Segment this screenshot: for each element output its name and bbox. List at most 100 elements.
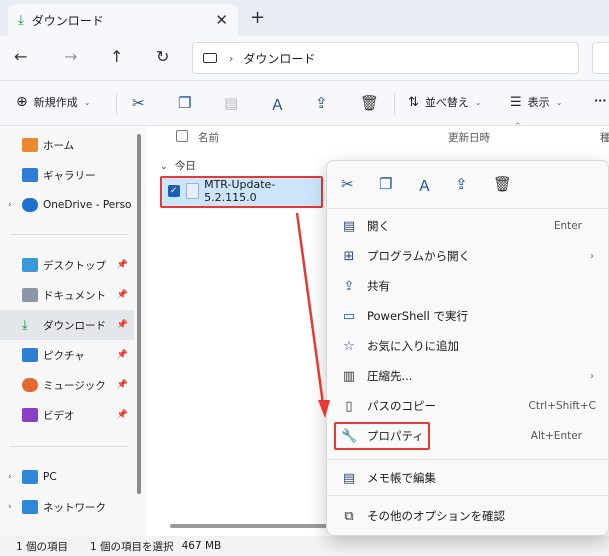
share-icon[interactable]: ⇪ — [455, 175, 468, 193]
menu-item-run-powershell[interactable]: ▭ PowerShell で実行 — [327, 301, 609, 331]
network-icon — [22, 500, 38, 514]
sidebar-item-pictures[interactable]: ピクチャ 📌 — [0, 340, 134, 370]
gallery-icon — [22, 168, 38, 182]
sidebar-item-label: ダウンロード — [43, 319, 106, 332]
menu-item-open-with[interactable]: ⊞ プログラムから開く › — [327, 241, 609, 271]
menu-item-shortcut: Ctrl+Shift+C — [528, 400, 596, 412]
column-date[interactable]: 更新日時 — [448, 130, 490, 145]
sidebar-item-network[interactable]: › ネットワーク — [0, 492, 134, 522]
cut-icon[interactable]: ✂ — [341, 175, 354, 193]
chevron-right-icon[interactable]: › — [8, 472, 22, 482]
status-item-count: 1 個の項目 — [16, 540, 69, 553]
delete-icon[interactable]: 🗑 — [360, 94, 379, 112]
open-icon: ▤ — [342, 218, 356, 234]
menu-item-open[interactable]: ▤ 開く Enter — [327, 211, 609, 241]
sidebar-item-gallery[interactable]: ギャラリー — [0, 160, 134, 190]
view-button[interactable]: ☰ 表示 ⌄ — [510, 94, 562, 110]
share-icon[interactable]: ⇪ — [315, 94, 328, 112]
sidebar-item-label: ピクチャ — [43, 349, 85, 362]
select-all-checkbox[interactable] — [176, 130, 188, 142]
menu-item-label: 共有 — [367, 279, 390, 293]
paste-icon[interactable]: ▤ — [224, 94, 238, 112]
menu-item-label: お気に入りに追加 — [367, 339, 459, 353]
apps-icon: ⊞ — [343, 248, 355, 264]
pin-icon[interactable]: 📌 — [117, 260, 128, 270]
sort-caret-icon: ⌃ — [514, 122, 522, 132]
forward-icon[interactable]: → — [64, 47, 77, 66]
menu-item-add-favorite[interactable]: ☆ お気に入りに追加 — [327, 331, 609, 361]
sidebar-item-label: ネットワーク — [43, 501, 106, 514]
download-arrow-icon: ⤓ — [18, 12, 24, 28]
pin-icon[interactable]: 📌 — [117, 320, 128, 330]
menu-item-shortcut: Enter — [553, 220, 582, 232]
search-box[interactable] — [592, 42, 609, 74]
pin-icon[interactable]: 📌 — [117, 380, 128, 390]
music-icon — [22, 378, 38, 392]
video-icon — [22, 408, 38, 422]
menu-item-share[interactable]: ⇪ 共有 — [327, 271, 609, 301]
group-header[interactable]: ⌄ 今日 — [160, 158, 196, 173]
pin-icon[interactable]: 📌 — [117, 350, 128, 360]
rename-icon[interactable]: Ａ — [270, 94, 285, 115]
menu-item-compress[interactable]: ▥ 圧縮先... › — [327, 361, 609, 391]
sidebar-item-label: ミュージック — [43, 379, 106, 392]
refresh-icon[interactable]: ↻ — [156, 47, 169, 66]
new-tab-button[interactable]: + — [250, 7, 265, 28]
menu-item-label: その他のオプションを確認 — [367, 509, 505, 523]
chevron-down-icon: ⌄ — [83, 97, 91, 107]
sidebar-item-label: ギャラリー — [43, 169, 96, 182]
breadcrumb-downloads[interactable]: ダウンロード — [243, 50, 315, 67]
copy-icon[interactable]: ❐ — [178, 94, 191, 112]
sidebar-item-label: ホーム — [43, 139, 75, 152]
pin-icon[interactable]: 📌 — [117, 410, 128, 420]
new-label: 新規作成 — [33, 96, 78, 109]
sidebar-item-desktop[interactable]: デスクトップ 📌 — [0, 250, 134, 280]
breadcrumb-separator: › — [229, 51, 234, 65]
share-icon: ⇪ — [343, 278, 355, 294]
sidebar-item-downloads[interactable]: ⤓ ダウンロード 📌 — [0, 310, 134, 340]
new-button[interactable]: ⊕ 新規作成 ⌄ — [16, 94, 90, 110]
path-icon: ▯ — [345, 398, 353, 414]
pin-icon[interactable]: 📌 — [117, 290, 128, 300]
status-bar: 1 個の項目 1 個の項目を選択 467 MB — [0, 536, 609, 556]
document-icon — [22, 288, 38, 302]
menu-item-edit-notepad[interactable]: ▤ メモ帳で編集 — [327, 463, 609, 493]
address-bar[interactable]: › ダウンロード — [192, 42, 579, 74]
sort-button[interactable]: ⇅ 並べ替え ⌄ — [408, 94, 482, 110]
tab-downloads[interactable]: ⤓ ダウンロード ✕ — [8, 4, 238, 36]
view-label: 表示 — [527, 96, 550, 109]
sidebar-item-label: PC — [43, 471, 57, 483]
sidebar-scrollbar[interactable] — [137, 134, 141, 494]
sidebar-item-pc[interactable]: › PC — [0, 462, 134, 492]
sidebar-item-onedrive[interactable]: › OneDrive - Perso — [0, 190, 134, 220]
column-type[interactable]: 種 — [600, 130, 609, 145]
divider — [327, 495, 609, 496]
copy-icon[interactable]: ❐ — [379, 175, 392, 193]
column-name[interactable]: 名前 — [198, 130, 219, 145]
sidebar-item-documents[interactable]: ドキュメント 📌 — [0, 280, 134, 310]
sidebar-item-videos[interactable]: ビデオ 📌 — [0, 400, 134, 430]
chevron-right-icon: › — [590, 370, 594, 382]
divider — [10, 234, 128, 235]
chevron-right-icon[interactable]: › — [8, 502, 22, 512]
delete-icon[interactable]: 🗑 — [493, 175, 512, 193]
rename-icon[interactable]: Ａ — [417, 175, 432, 196]
up-icon[interactable]: ↑ — [110, 47, 123, 66]
chevron-down-icon: ⌄ — [555, 97, 563, 107]
back-icon[interactable]: ← — [14, 47, 27, 66]
menu-item-more-options[interactable]: ⧉ その他のオプションを確認 — [327, 501, 609, 531]
more-options-icon[interactable]: ··· — [594, 94, 607, 107]
sidebar-item-music[interactable]: ミュージック 📌 — [0, 370, 134, 400]
close-tab-icon[interactable]: ✕ — [215, 11, 228, 29]
divider — [327, 459, 609, 460]
menu-item-copy-path[interactable]: ▯ パスのコピー Ctrl+Shift+C — [327, 391, 609, 421]
sidebar-item-label: OneDrive - Perso — [43, 199, 132, 211]
more-options-icon: ⧉ — [344, 508, 354, 524]
status-size: 467 MB — [181, 540, 222, 552]
divider — [394, 93, 395, 115]
horizontal-scrollbar[interactable] — [170, 524, 330, 528]
cut-icon[interactable]: ✂ — [132, 94, 145, 112]
sidebar-item-home[interactable]: ホーム — [0, 130, 134, 160]
computer-icon — [203, 53, 217, 63]
chevron-right-icon[interactable]: › — [8, 200, 22, 210]
